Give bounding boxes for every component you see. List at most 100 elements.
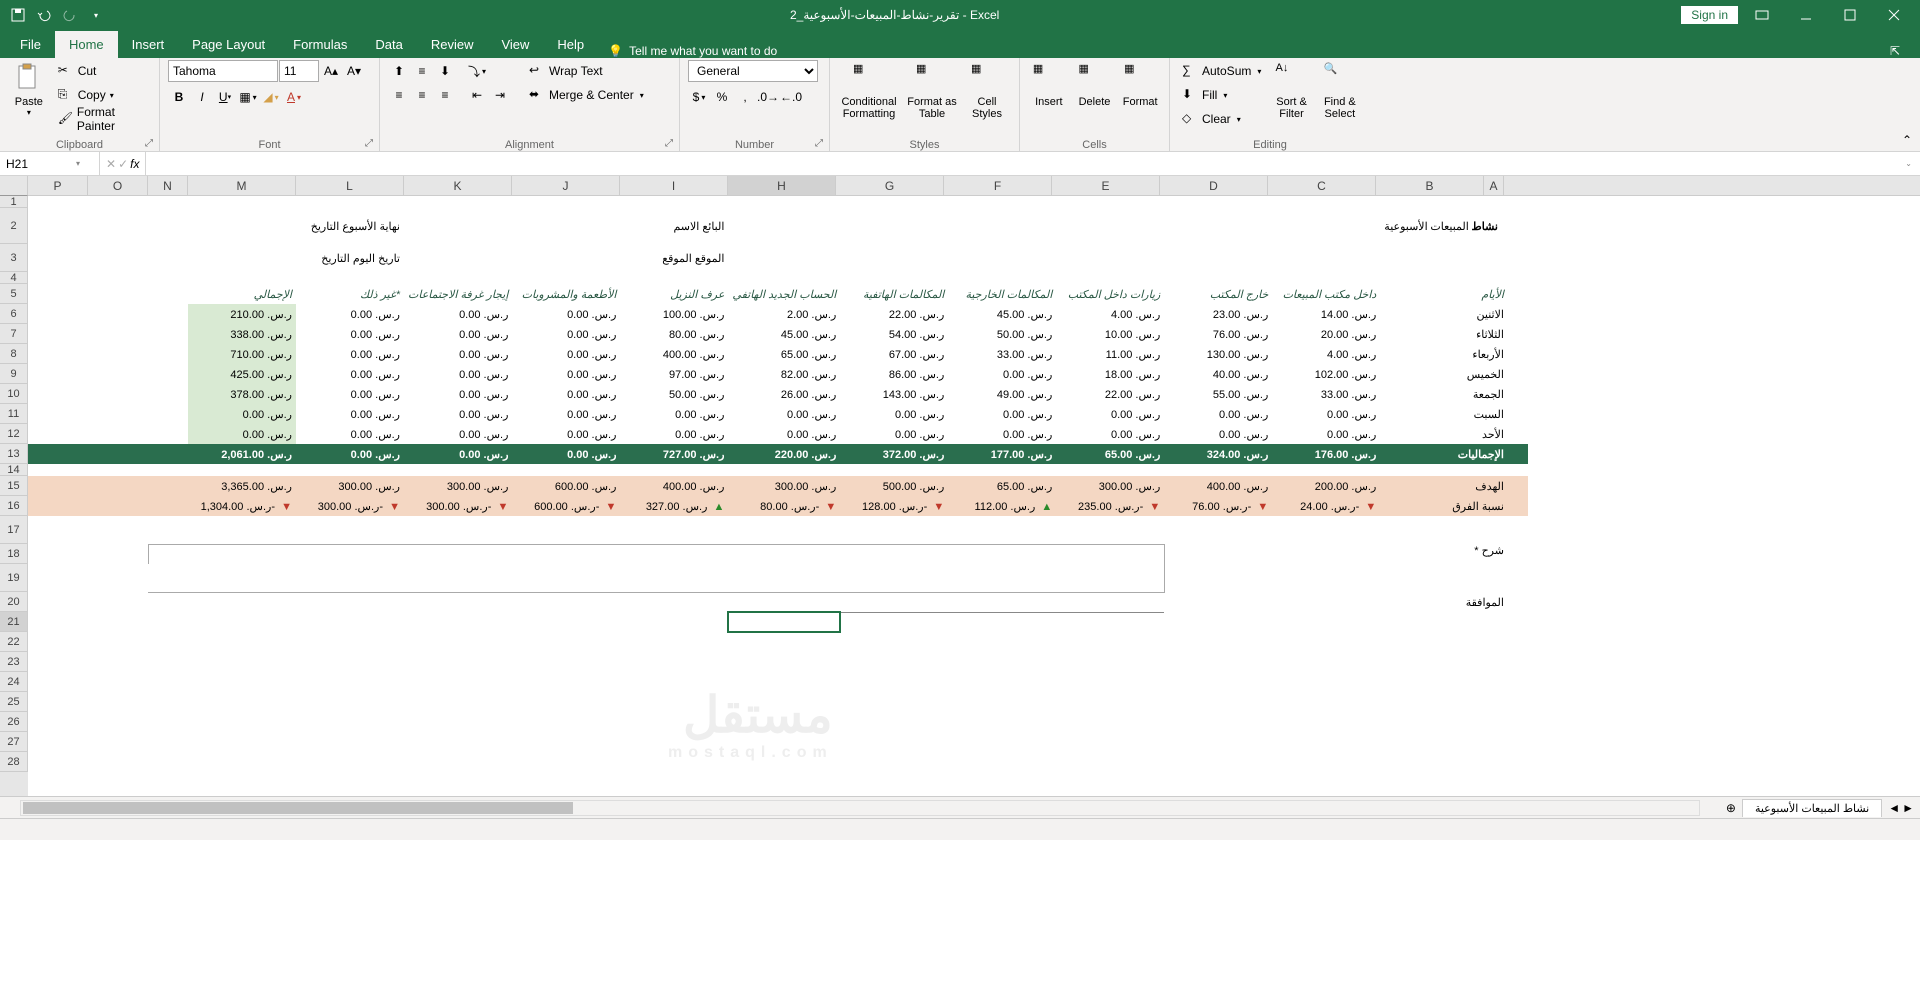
tab-file[interactable]: File xyxy=(6,31,55,58)
row-header-26[interactable]: 26 xyxy=(0,712,28,732)
align-top-icon[interactable]: ⬆ xyxy=(388,60,410,82)
row-header-5[interactable]: 5 xyxy=(0,284,28,304)
format-cells-button[interactable]: ▦Format xyxy=(1119,60,1161,108)
align-middle-icon[interactable]: ≡ xyxy=(411,60,433,82)
collapse-ribbon-icon[interactable]: ⌃ xyxy=(1902,133,1912,147)
cell-styles-button[interactable]: ▦Cell Styles xyxy=(964,60,1010,120)
tab-data[interactable]: Data xyxy=(361,31,416,58)
tell-me-search[interactable]: 💡 Tell me what you want to do xyxy=(608,44,777,58)
column-header-O[interactable]: O xyxy=(88,176,148,195)
accounting-format-icon[interactable]: $ xyxy=(688,86,710,108)
maximize-icon[interactable] xyxy=(1830,0,1870,30)
tab-view[interactable]: View xyxy=(487,31,543,58)
row-header-22[interactable]: 22 xyxy=(0,632,28,652)
share-button[interactable]: ⇱ xyxy=(1890,44,1920,58)
column-header-D[interactable]: D xyxy=(1160,176,1268,195)
close-icon[interactable] xyxy=(1874,0,1914,30)
orientation-icon[interactable]: ⤵ xyxy=(466,60,488,82)
name-box-input[interactable] xyxy=(6,157,76,171)
save-icon[interactable] xyxy=(6,3,30,27)
merge-center-button[interactable]: ⬌Merge & Center xyxy=(525,84,648,106)
sheet-nav-first-icon[interactable]: ◄ xyxy=(1888,801,1900,815)
row-header-8[interactable]: 8 xyxy=(0,344,28,364)
column-header-L[interactable]: L xyxy=(296,176,404,195)
align-right-icon[interactable]: ≡ xyxy=(434,84,456,106)
row-header-15[interactable]: 15 xyxy=(0,476,28,496)
find-select-button[interactable]: 🔍Find & Select xyxy=(1318,60,1362,120)
sort-filter-button[interactable]: A↓Sort & Filter xyxy=(1269,60,1313,120)
row-header-21[interactable]: 21 xyxy=(0,612,28,632)
row-header-1[interactable]: 1 xyxy=(0,196,28,208)
row-header-14[interactable]: 14 xyxy=(0,464,28,476)
column-header-K[interactable]: K xyxy=(404,176,512,195)
column-header-G[interactable]: G xyxy=(836,176,944,195)
paste-button[interactable]: Paste▾ xyxy=(8,60,50,117)
redo-icon[interactable] xyxy=(58,3,82,27)
row-header-23[interactable]: 23 xyxy=(0,652,28,672)
column-header-B[interactable]: B xyxy=(1376,176,1484,195)
column-header-H[interactable]: H xyxy=(728,176,836,195)
tab-review[interactable]: Review xyxy=(417,31,488,58)
font-size-input[interactable] xyxy=(279,60,319,82)
cut-button[interactable]: ✂Cut xyxy=(54,60,151,82)
column-header-A[interactable]: A xyxy=(1484,176,1504,195)
ribbon-display-icon[interactable] xyxy=(1742,0,1782,30)
row-header-17[interactable]: 17 xyxy=(0,516,28,544)
row-header-28[interactable]: 28 xyxy=(0,752,28,772)
decrease-indent-icon[interactable]: ⇤ xyxy=(466,84,488,106)
fill-color-icon[interactable]: ◢ xyxy=(260,86,282,108)
cells-area[interactable]: نهاية الأسبوع التاريخالبائع الاسمنشاط ال… xyxy=(28,196,1920,796)
increase-font-icon[interactable]: A▴ xyxy=(320,60,342,82)
comma-format-icon[interactable]: , xyxy=(734,86,756,108)
row-header-9[interactable]: 9 xyxy=(0,364,28,384)
column-header-F[interactable]: F xyxy=(944,176,1052,195)
decrease-font-icon[interactable]: A▾ xyxy=(343,60,365,82)
column-header-N[interactable]: N xyxy=(148,176,188,195)
align-bottom-icon[interactable]: ⬇ xyxy=(434,60,456,82)
select-all-cell[interactable] xyxy=(0,176,28,196)
format-as-table-button[interactable]: ▦Format as Table xyxy=(904,60,960,120)
fill-button[interactable]: ⬇Fill xyxy=(1178,84,1265,106)
add-sheet-button[interactable]: ⊕ xyxy=(1720,801,1742,815)
tab-page-layout[interactable]: Page Layout xyxy=(178,31,279,58)
font-name-input[interactable] xyxy=(168,60,278,82)
column-header-M[interactable]: M xyxy=(188,176,296,195)
percent-format-icon[interactable]: % xyxy=(711,86,733,108)
wrap-text-button[interactable]: ↩Wrap Text xyxy=(525,60,648,82)
row-header-6[interactable]: 6 xyxy=(0,304,28,324)
column-header-J[interactable]: J xyxy=(512,176,620,195)
align-center-icon[interactable]: ≡ xyxy=(411,84,433,106)
row-header-7[interactable]: 7 xyxy=(0,324,28,344)
delete-cells-button[interactable]: ▦Delete xyxy=(1074,60,1116,108)
row-header-24[interactable]: 24 xyxy=(0,672,28,692)
font-dialog-icon[interactable]: ⤢ xyxy=(365,138,373,149)
sheet-tab-active[interactable]: نشاط المبيعات الأسبوعية xyxy=(1742,799,1882,817)
row-header-27[interactable]: 27 xyxy=(0,732,28,752)
row-header-19[interactable]: 19 xyxy=(0,564,28,592)
sheet-nav-last-icon[interactable]: ► xyxy=(1902,801,1914,815)
format-painter-button[interactable]: 🖌Format Painter xyxy=(54,108,151,130)
insert-cells-button[interactable]: ▦Insert xyxy=(1028,60,1070,108)
minimize-icon[interactable] xyxy=(1786,0,1826,30)
italic-icon[interactable]: I xyxy=(191,86,213,108)
horizontal-scrollbar[interactable] xyxy=(20,800,1700,816)
fx-icon[interactable]: fx xyxy=(130,157,139,171)
tab-insert[interactable]: Insert xyxy=(118,31,179,58)
formula-input[interactable] xyxy=(146,156,1897,171)
column-header-P[interactable]: P xyxy=(28,176,88,195)
signin-button[interactable]: Sign in xyxy=(1681,6,1738,24)
increase-indent-icon[interactable]: ⇥ xyxy=(489,84,511,106)
alignment-dialog-icon[interactable]: ⤢ xyxy=(665,138,673,149)
column-header-C[interactable]: C xyxy=(1268,176,1376,195)
row-header-10[interactable]: 10 xyxy=(0,384,28,404)
row-header-11[interactable]: 11 xyxy=(0,404,28,424)
row-header-4[interactable]: 4 xyxy=(0,272,28,284)
row-header-13[interactable]: 13 xyxy=(0,444,28,464)
tab-help[interactable]: Help xyxy=(543,31,598,58)
clear-button[interactable]: ◇Clear xyxy=(1178,108,1265,130)
clipboard-dialog-icon[interactable]: ⤢ xyxy=(145,138,153,149)
number-format-select[interactable]: General xyxy=(688,60,818,82)
bold-icon[interactable]: B xyxy=(168,86,190,108)
decrease-decimal-icon[interactable]: ←.0 xyxy=(780,86,802,108)
border-icon[interactable]: ▦ xyxy=(237,86,259,108)
